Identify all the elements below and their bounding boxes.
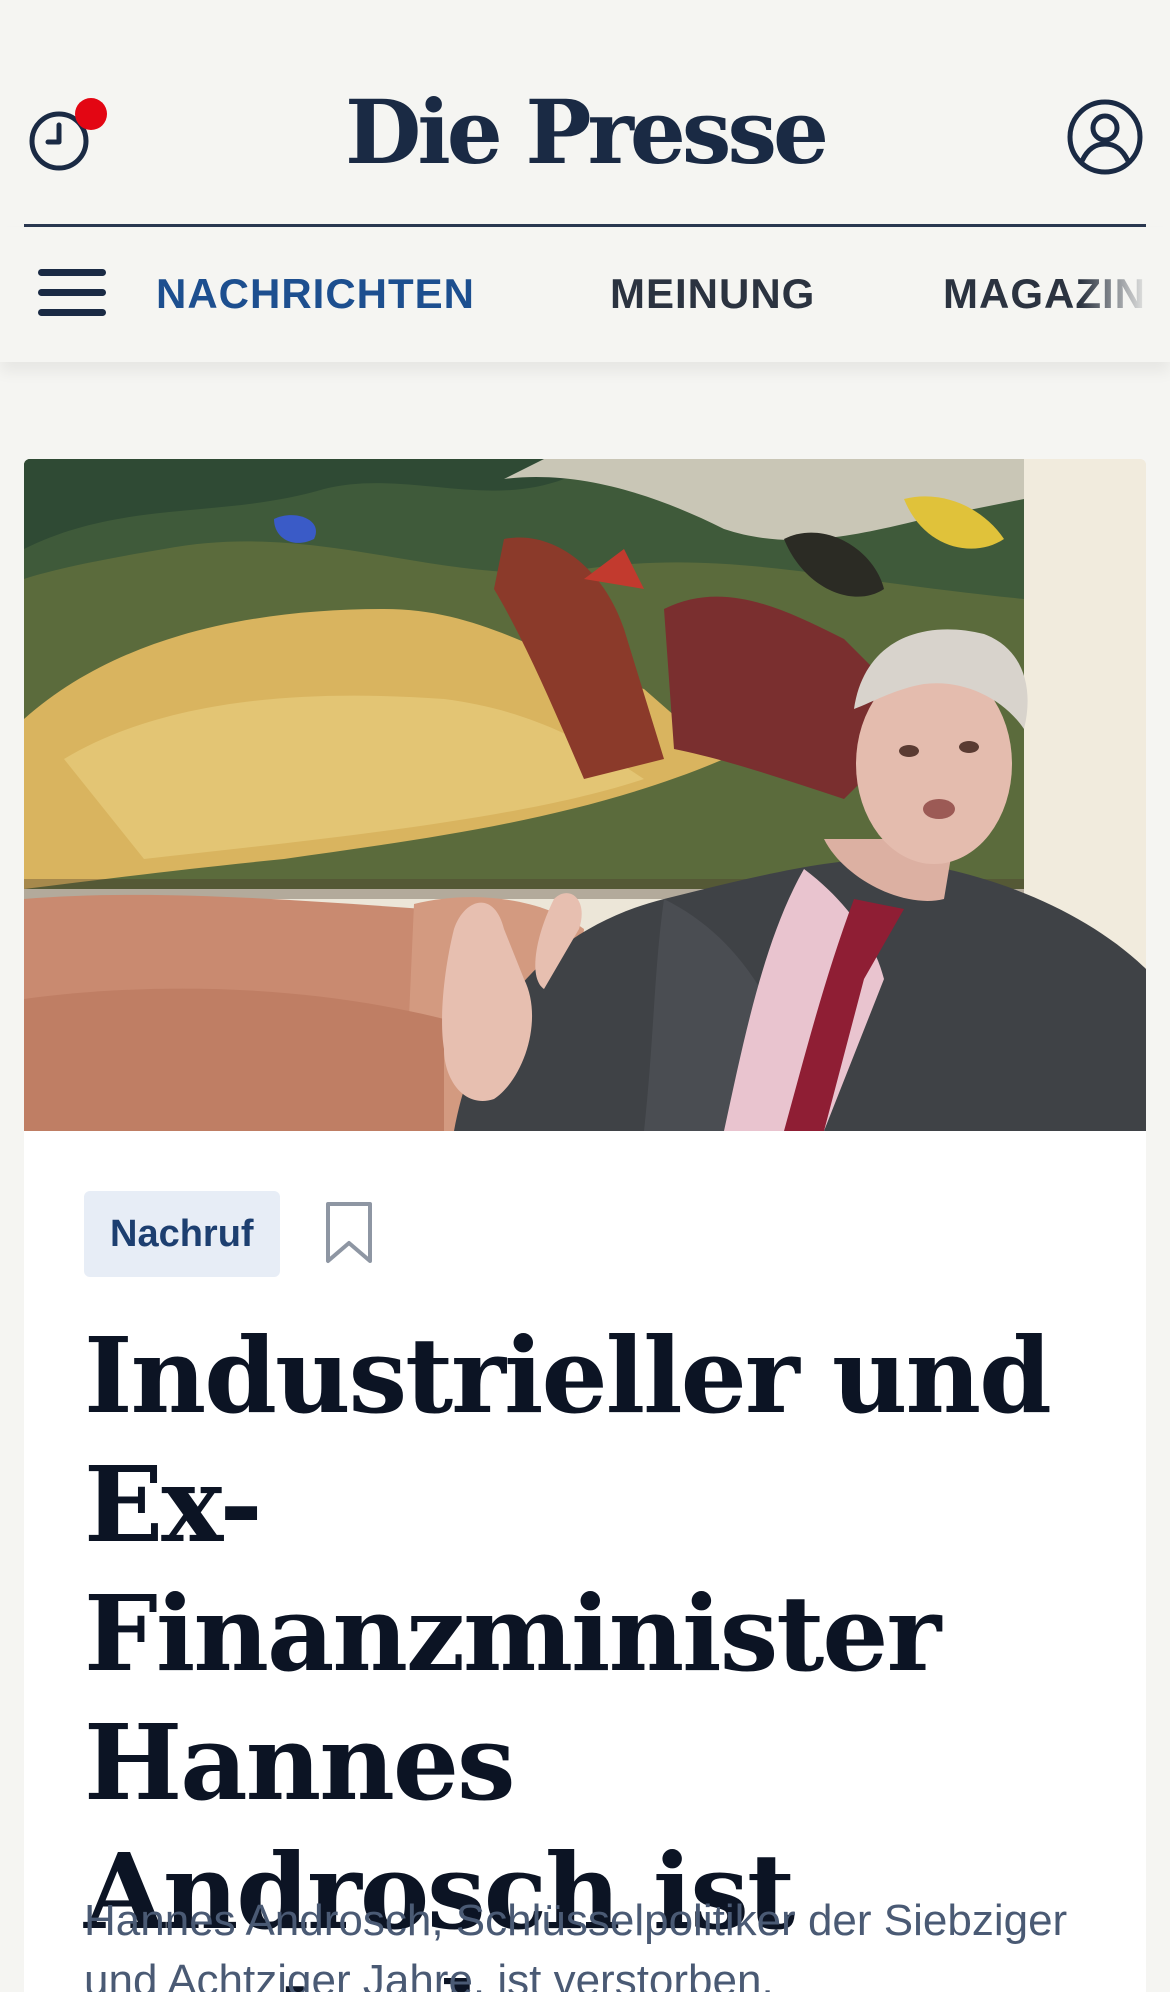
site-logo[interactable]: Die Presse xyxy=(0,82,1170,182)
nav-item-meinung[interactable]: MEINUNG xyxy=(610,269,815,319)
article-headline[interactable]: Industrieller und Ex-Finanzminister Hann… xyxy=(84,1311,1064,1992)
category-tag[interactable]: Nachruf xyxy=(84,1191,280,1277)
account-button[interactable] xyxy=(1066,98,1144,176)
section-nav: NACHRICHTEN MEINUNG MAGAZIN xyxy=(0,227,1170,362)
bookmark-icon[interactable] xyxy=(324,1201,374,1265)
hamburger-menu-icon[interactable] xyxy=(38,269,106,323)
article-card[interactable]: Nachruf Industrieller und Ex-Finanzminis… xyxy=(24,459,1146,1992)
header-top-row: Die Presse xyxy=(0,0,1170,225)
article-lead: Hannes Androsch, Schlüsselpolitiker der … xyxy=(84,1896,1068,1992)
user-account-icon xyxy=(1067,99,1143,175)
nav-fade-overlay xyxy=(1080,227,1170,362)
nav-item-nachrichten[interactable]: NACHRICHTEN xyxy=(156,269,475,319)
hero-photo xyxy=(24,459,1146,1131)
site-header: Die Presse NACHRICHTEN MEINUNG MAGAZIN xyxy=(0,0,1170,362)
article-hero-image[interactable] xyxy=(24,459,1146,1131)
